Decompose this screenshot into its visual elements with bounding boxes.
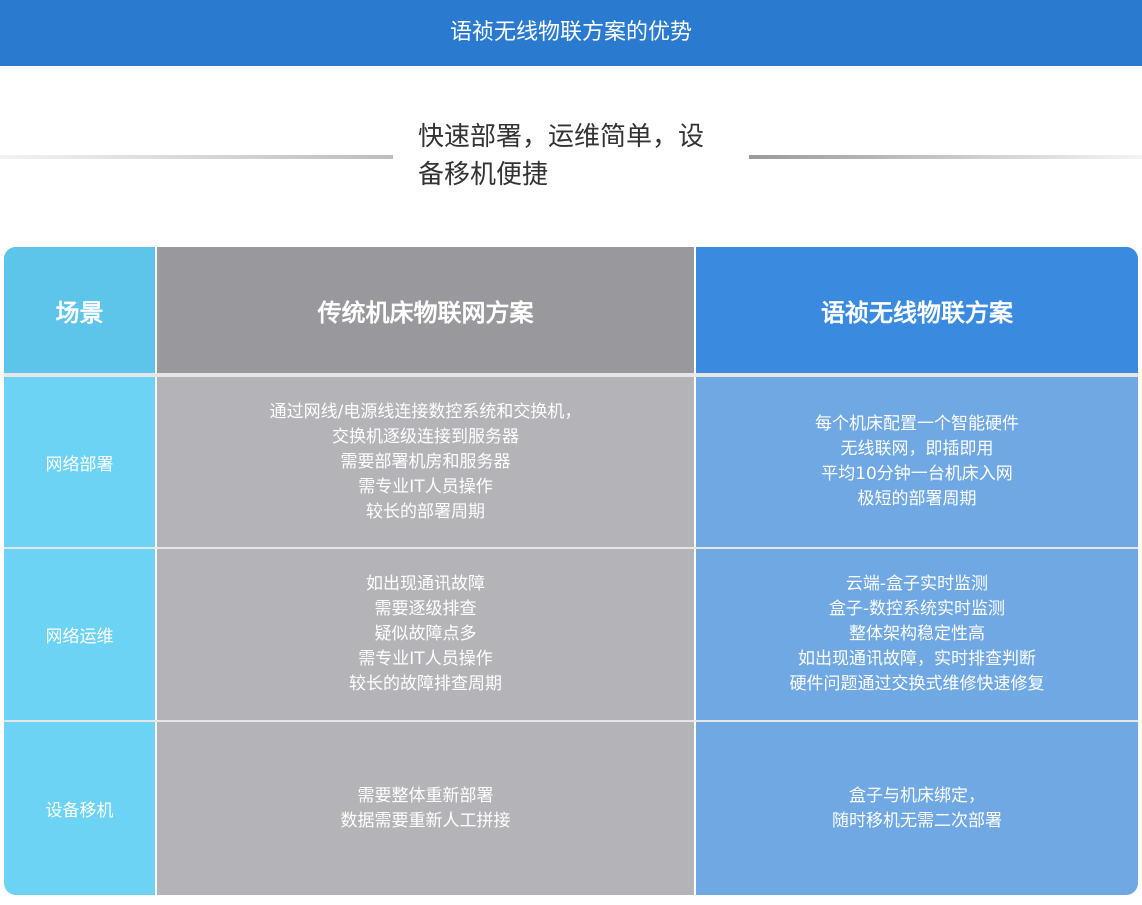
cell-text-line: 需要逐级排查 (374, 599, 477, 619)
subtitle-line: 备移机便捷 (418, 160, 549, 190)
cell-text-line: 随时移机无需二次部署 (832, 810, 1002, 831)
section-subtitle: 快速部署，运维简单，设 备移机便捷 (418, 118, 736, 194)
header-traditional: 传统机床物联网方案 (157, 247, 694, 373)
header-label: 语祯无线物联方案 (821, 298, 1013, 327)
cell-text-line: 疑似故障点多 (374, 624, 477, 644)
cell-text-line: 云端-盒子实时监测 (845, 574, 989, 594)
scene-label: 设备移机 (45, 801, 114, 821)
subtitle-line: 快速部署，运维简单，设 (418, 122, 705, 152)
wireless-cell: 每个机床配置一个智能硬件 无线联网，即插即用 平均10分钟一台机床入网 极短的部… (696, 377, 1138, 547)
cell-text-line: 需专业IT人员操作 (358, 649, 493, 669)
cell-text-line: 极短的部署周期 (857, 489, 977, 509)
wireless-cell: 盒子与机床绑定， 随时移机无需二次部署 (696, 722, 1138, 895)
cell-text-line: 需要部署机房和服务器 (340, 451, 511, 472)
header-wireless: 语祯无线物联方案 (696, 247, 1138, 373)
scene-label: 网络运维 (45, 627, 114, 647)
page-header: 语祯无线物联方案的优势 (0, 0, 1142, 66)
header-label: 场景 (55, 298, 104, 327)
cell-text-line: 数据需要重新人工拼接 (340, 810, 511, 831)
header-label: 传统机床物联网方案 (317, 298, 534, 327)
header-scene: 场景 (4, 247, 155, 373)
scene-label: 网络部署 (45, 454, 114, 475)
cell-text-line: 每个机床配置一个智能硬件 (815, 414, 1019, 434)
cell-text-line: 如出现通讯故障 (366, 574, 485, 594)
scene-cell: 网络部署 (4, 377, 155, 547)
cell-text-line: 盒子-数控系统实时监测 (828, 599, 1006, 619)
cell-text-line: 较长的部署周期 (366, 501, 485, 522)
traditional-cell: 如出现通讯故障 需要逐级排查 疑似故障点多 需专业IT人员操作 较长的故障排查周… (157, 549, 694, 720)
cell-text-line: 通过网线/电源线连接数控系统和交换机， (269, 401, 582, 422)
traditional-cell: 需要整体重新部署 数据需要重新人工拼接 (157, 722, 694, 895)
cell-text-line: 交换机逐级连接到服务器 (332, 426, 519, 447)
cell-text-line: 整体架构稳定性高 (849, 624, 985, 644)
scene-cell: 网络运维 (4, 549, 155, 720)
scene-cell: 设备移机 (4, 722, 155, 895)
cell-text-line: 如出现通讯故障，实时排查判断 (798, 649, 1036, 669)
cell-text-line: 硬件问题通过交换式维修快速修复 (789, 674, 1045, 694)
decorative-divider-left (0, 155, 393, 159)
cell-text-line: 平均10分钟一台机床入网 (821, 464, 1013, 484)
cell-text-line: 无线联网，即插即用 (840, 439, 994, 459)
traditional-cell: 通过网线/电源线连接数控系统和交换机， 交换机逐级连接到服务器 需要部署机房和服… (157, 377, 694, 547)
cell-text-line: 较长的故障排查周期 (349, 674, 502, 694)
page-title: 语祯无线物联方案的优势 (449, 20, 692, 45)
cell-text-line: 需要整体重新部署 (357, 785, 494, 806)
cell-text-line: 盒子与机床绑定， (849, 785, 985, 806)
cell-text-line: 需专业IT人员操作 (358, 476, 493, 497)
wireless-cell: 云端-盒子实时监测 盒子-数控系统实时监测 整体架构稳定性高 如出现通讯故障，实… (696, 549, 1138, 720)
comparison-table: 场景 传统机床物联网方案 语祯无线物联方案 网络部署 通过网线/电源线连接数控系… (4, 247, 1138, 895)
decorative-divider-right (749, 155, 1142, 159)
